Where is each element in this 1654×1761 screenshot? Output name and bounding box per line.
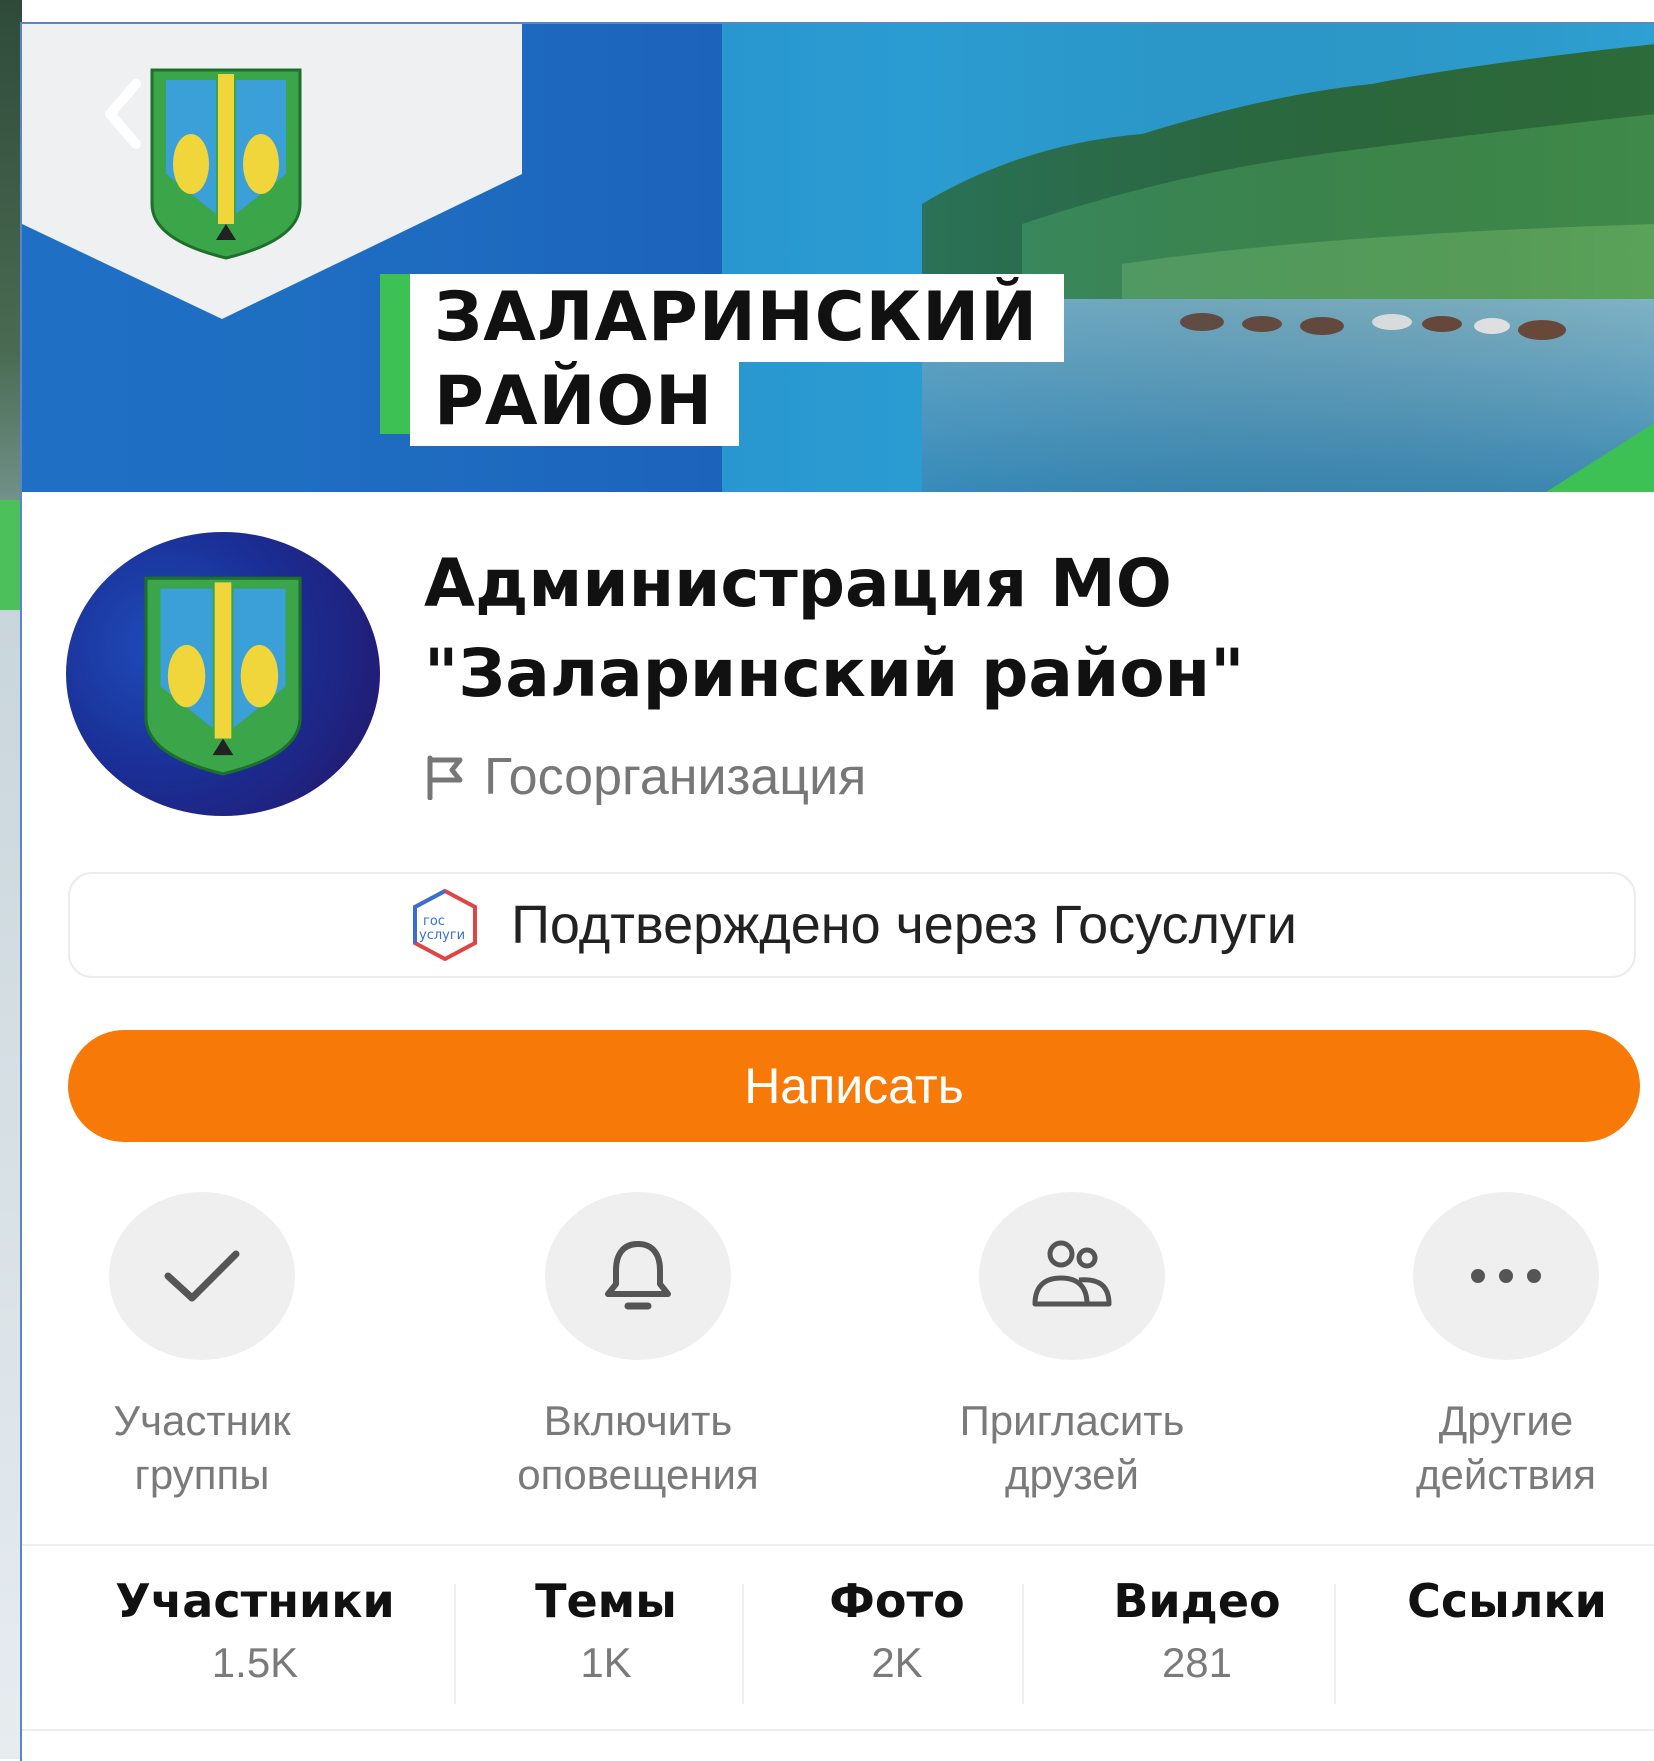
gosuslugi-icon: гос услуги <box>413 888 478 962</box>
action-member[interactable]: Участник группы <box>22 1192 392 1502</box>
bell-icon <box>605 1241 671 1310</box>
more-icon <box>1471 1269 1541 1283</box>
action-invite-label: Пригласить друзей <box>959 1397 1185 1498</box>
stat-members-count: 1.5K <box>211 1639 299 1686</box>
stat-members[interactable]: Участники 1.5K <box>72 1570 438 1694</box>
stat-topics[interactable]: Темы 1K <box>484 1570 728 1694</box>
svg-text:гос: гос <box>423 914 445 929</box>
action-more-label: Другие действия <box>1415 1397 1597 1498</box>
coat-of-arms-icon <box>150 68 302 260</box>
group-profile-screen: ЗАЛАРИНСКИЙ РАЙОН Администрация МО "Зала… <box>20 22 1654 1761</box>
banner-corner-accent <box>1546 422 1654 492</box>
stat-photos-count: 2K <box>871 1639 923 1686</box>
avatar-coat-of-arms-icon <box>144 576 302 776</box>
stat-separator <box>454 1584 456 1704</box>
verified-badge[interactable]: гос услуги Подтверждено через Госуслуги <box>68 872 1636 978</box>
stat-photos[interactable]: Фото 2K <box>762 1570 1032 1694</box>
invite-button[interactable] <box>979 1192 1165 1360</box>
avatar[interactable] <box>66 532 380 816</box>
more-button[interactable] <box>1413 1192 1599 1360</box>
banner-title-line1: ЗАЛАРИНСКИЙ <box>410 274 1065 362</box>
stat-videos-count: 281 <box>1161 1639 1233 1686</box>
stat-links-label: Ссылки <box>1407 1574 1607 1628</box>
check-icon <box>164 1250 240 1302</box>
banner-title-line2: РАЙОН <box>410 358 740 446</box>
slide-background-left <box>0 0 22 1759</box>
page-title: Администрация МО "Заларинский район" <box>424 545 1245 712</box>
stat-members-label: Участники <box>115 1574 395 1628</box>
action-member-label: Участник группы <box>113 1397 291 1498</box>
back-arrow-icon[interactable] <box>92 74 152 154</box>
notifications-button[interactable] <box>545 1192 731 1360</box>
divider <box>22 1544 1654 1546</box>
org-type: Госорганизация <box>424 742 866 812</box>
write-message-button[interactable]: Написать <box>68 1030 1640 1142</box>
stat-separator <box>742 1584 744 1704</box>
svg-text:услуги: услуги <box>419 928 465 943</box>
action-notifications-label: Включить оповещения <box>517 1397 759 1498</box>
stat-topics-count: 1K <box>580 1639 632 1686</box>
action-notifications[interactable]: Включить оповещения <box>448 1192 828 1502</box>
stat-separator <box>1334 1584 1336 1704</box>
slide-background-top <box>0 0 1654 22</box>
stat-links[interactable]: Ссылки <box>1362 1570 1652 1632</box>
stat-photos-label: Фото <box>829 1574 965 1628</box>
stat-videos-label: Видео <box>1113 1574 1281 1628</box>
stat-separator <box>1022 1584 1024 1704</box>
stat-topics-label: Темы <box>535 1574 677 1628</box>
flag-icon <box>427 755 463 800</box>
org-type-label: Госорганизация <box>484 748 867 806</box>
action-more[interactable]: Другие действия <box>1316 1192 1654 1502</box>
member-button[interactable] <box>109 1192 295 1360</box>
divider <box>22 1729 1654 1731</box>
verified-label: Подтверждено через Госуслуги <box>511 895 1297 955</box>
people-icon <box>1032 1240 1112 1307</box>
action-invite[interactable]: Пригласить друзей <box>882 1192 1262 1502</box>
cover-banner: ЗАЛАРИНСКИЙ РАЙОН <box>22 24 1654 492</box>
stat-videos[interactable]: Видео 281 <box>1052 1570 1342 1694</box>
